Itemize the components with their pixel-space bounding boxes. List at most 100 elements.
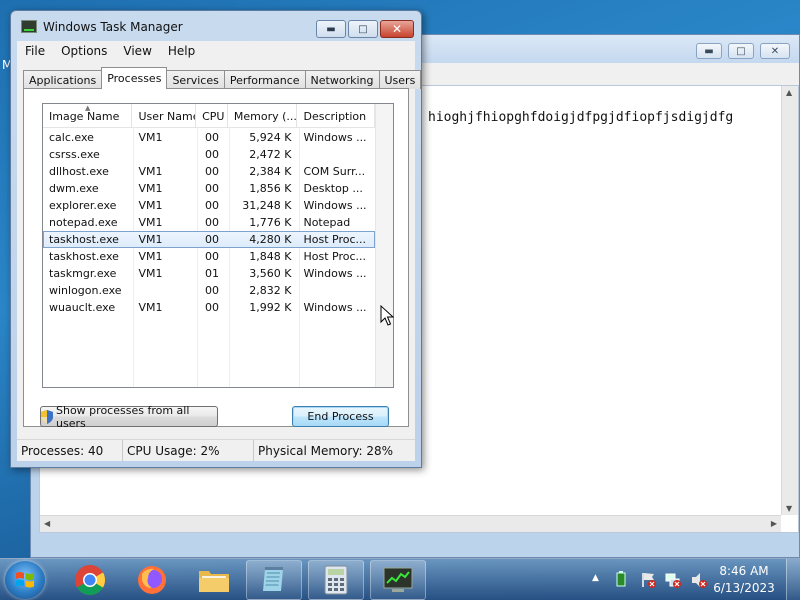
volume-icon[interactable] — [690, 571, 708, 589]
table-row[interactable]: dllhost.exe VM1 00 2,384 K COM Surr... — [43, 163, 375, 180]
process-memory: 3,560 K — [249, 267, 292, 280]
process-cpu: 00 — [204, 301, 219, 314]
process-user-name: VM1 — [138, 199, 163, 212]
column-header-memory[interactable]: Memory (... — [228, 104, 298, 128]
tab-applications[interactable]: Applications — [23, 70, 103, 89]
network-icon[interactable] — [664, 571, 682, 589]
process-user-name: VM1 — [138, 131, 163, 144]
process-user-name: VM1 — [138, 233, 163, 246]
tab-networking[interactable]: Networking — [304, 70, 380, 89]
close-icon: ✕ — [770, 45, 780, 57]
process-image-name: csrss.exe — [49, 148, 100, 161]
process-memory: 1,992 K — [249, 301, 292, 314]
process-memory: 4,280 K — [249, 233, 292, 246]
notepad-minimize-button[interactable]: ▬ — [696, 43, 722, 59]
clock-time: 8:46 AM — [719, 564, 769, 578]
taskbar-file-explorer[interactable] — [186, 560, 242, 600]
process-description: Notepad — [303, 216, 351, 229]
taskbar-chrome[interactable] — [62, 560, 118, 600]
tab-performance[interactable]: Performance — [223, 70, 306, 89]
taskbar-firefox[interactable] — [124, 560, 180, 600]
process-memory: 2,472 K — [249, 148, 292, 161]
clock-date: 6/13/2023 — [713, 581, 775, 595]
process-cpu: 00 — [204, 233, 219, 246]
process-cpu: 00 — [204, 131, 219, 144]
maximize-icon: □ — [358, 23, 368, 35]
process-image-name: notepad.exe — [49, 216, 118, 229]
status-physical-memory: Physical Memory: 28% — [258, 443, 394, 458]
start-button[interactable] — [5, 561, 45, 599]
column-header-user-name[interactable]: User Name — [132, 104, 197, 128]
notepad-close-button[interactable]: ✕ — [760, 43, 790, 59]
process-list-scrollbar[interactable] — [375, 104, 393, 387]
process-cpu: 00 — [204, 199, 219, 212]
table-row[interactable]: taskhost.exe VM1 00 4,280 K Host Proc... — [43, 231, 375, 248]
table-row[interactable]: taskmgr.exe VM1 01 3,560 K Windows ... — [43, 265, 375, 282]
taskbar-notepad[interactable] — [246, 560, 302, 600]
process-image-name: winlogon.exe — [49, 284, 122, 297]
table-row[interactable]: explorer.exe VM1 00 31,248 K Windows ... — [43, 197, 375, 214]
task-manager-titlebar[interactable]: Windows Task Manager ▬ □ ✕ — [11, 11, 421, 41]
window-title: Windows Task Manager — [43, 20, 183, 34]
tab-users[interactable]: Users — [378, 70, 422, 89]
minimize-button[interactable]: ▬ — [316, 20, 346, 38]
menu-help[interactable]: Help — [160, 44, 203, 58]
tab-services[interactable]: Services — [166, 70, 225, 89]
taskbar-task-manager[interactable] — [370, 560, 426, 600]
maximize-icon: □ — [736, 45, 746, 57]
process-description: COM Surr... — [303, 165, 366, 178]
menu-view[interactable]: View — [115, 44, 159, 58]
table-row[interactable]: calc.exe VM1 00 5,924 K Windows ... — [43, 129, 375, 146]
table-row[interactable]: dwm.exe VM1 00 1,856 K Desktop ... — [43, 180, 375, 197]
column-header-image-name[interactable]: ▲ Image Name — [43, 104, 133, 128]
process-description: Host Proc... — [303, 233, 366, 246]
table-row[interactable]: winlogon.exe 00 2,832 K — [43, 282, 375, 299]
process-user-name: VM1 — [138, 165, 163, 178]
table-row[interactable]: notepad.exe VM1 00 1,776 K Notepad — [43, 214, 375, 231]
process-memory: 2,384 K — [249, 165, 292, 178]
tab-processes[interactable]: Processes — [101, 67, 168, 89]
process-list[interactable]: ▲ Image Name User Name CPU Memory (... D… — [42, 103, 394, 388]
table-row[interactable]: taskhost.exe VM1 00 1,848 K Host Proc... — [43, 248, 375, 265]
notepad-vertical-scrollbar[interactable]: ▲ ▼ — [781, 86, 798, 515]
show-desktop-button[interactable] — [786, 559, 800, 600]
scroll-down-icon[interactable]: ▼ — [786, 504, 792, 513]
process-memory: 5,924 K — [249, 131, 292, 144]
battery-icon[interactable] — [616, 571, 626, 587]
windows-logo-icon — [16, 572, 34, 588]
process-cpu: 00 — [204, 148, 219, 161]
process-memory: 2,832 K — [249, 284, 292, 297]
show-all-users-button[interactable]: Show processes from all users — [40, 404, 218, 430]
uac-shield-icon — [41, 409, 53, 424]
taskbar-calculator[interactable] — [308, 560, 364, 600]
scroll-left-icon[interactable]: ◀ — [44, 519, 50, 528]
chrome-icon — [75, 565, 106, 596]
process-image-name: wuauclt.exe — [49, 301, 116, 314]
notepad-icon — [263, 567, 283, 591]
process-description: Desktop ... — [303, 182, 363, 195]
column-header-description[interactable]: Description — [297, 104, 375, 128]
notepad-maximize-button[interactable]: □ — [728, 43, 754, 59]
menu-options[interactable]: Options — [53, 44, 115, 58]
process-image-name: taskhost.exe — [49, 233, 119, 246]
scroll-right-icon[interactable]: ▶ — [771, 519, 777, 528]
show-hidden-icons-icon[interactable]: ▲ — [592, 573, 599, 583]
action-center-flag-icon[interactable] — [640, 571, 658, 589]
notepad-horizontal-scrollbar[interactable]: ◀ ▶ — [40, 515, 781, 532]
column-header-cpu[interactable]: CPU — [196, 104, 228, 128]
end-process-button[interactable]: End Process — [292, 406, 389, 427]
status-cpu-usage: CPU Usage: 2% — [123, 440, 254, 461]
process-user-name: VM1 — [138, 216, 163, 229]
process-image-name: calc.exe — [49, 131, 94, 144]
taskbar-clock[interactable]: 8:46 AM 6/13/2023 — [712, 563, 776, 597]
table-row[interactable]: wuauclt.exe VM1 00 1,992 K Windows ... — [43, 299, 375, 316]
menu-file[interactable]: File — [17, 44, 53, 58]
process-memory: 31,248 K — [242, 199, 292, 212]
maximize-button[interactable]: □ — [348, 20, 378, 38]
process-description: Windows ... — [303, 301, 367, 314]
process-image-name: dwm.exe — [49, 182, 99, 195]
table-row[interactable]: csrss.exe 00 2,472 K — [43, 146, 375, 163]
scroll-up-icon[interactable]: ▲ — [786, 88, 792, 97]
close-button[interactable]: ✕ — [380, 20, 414, 38]
process-image-name: explorer.exe — [49, 199, 117, 212]
